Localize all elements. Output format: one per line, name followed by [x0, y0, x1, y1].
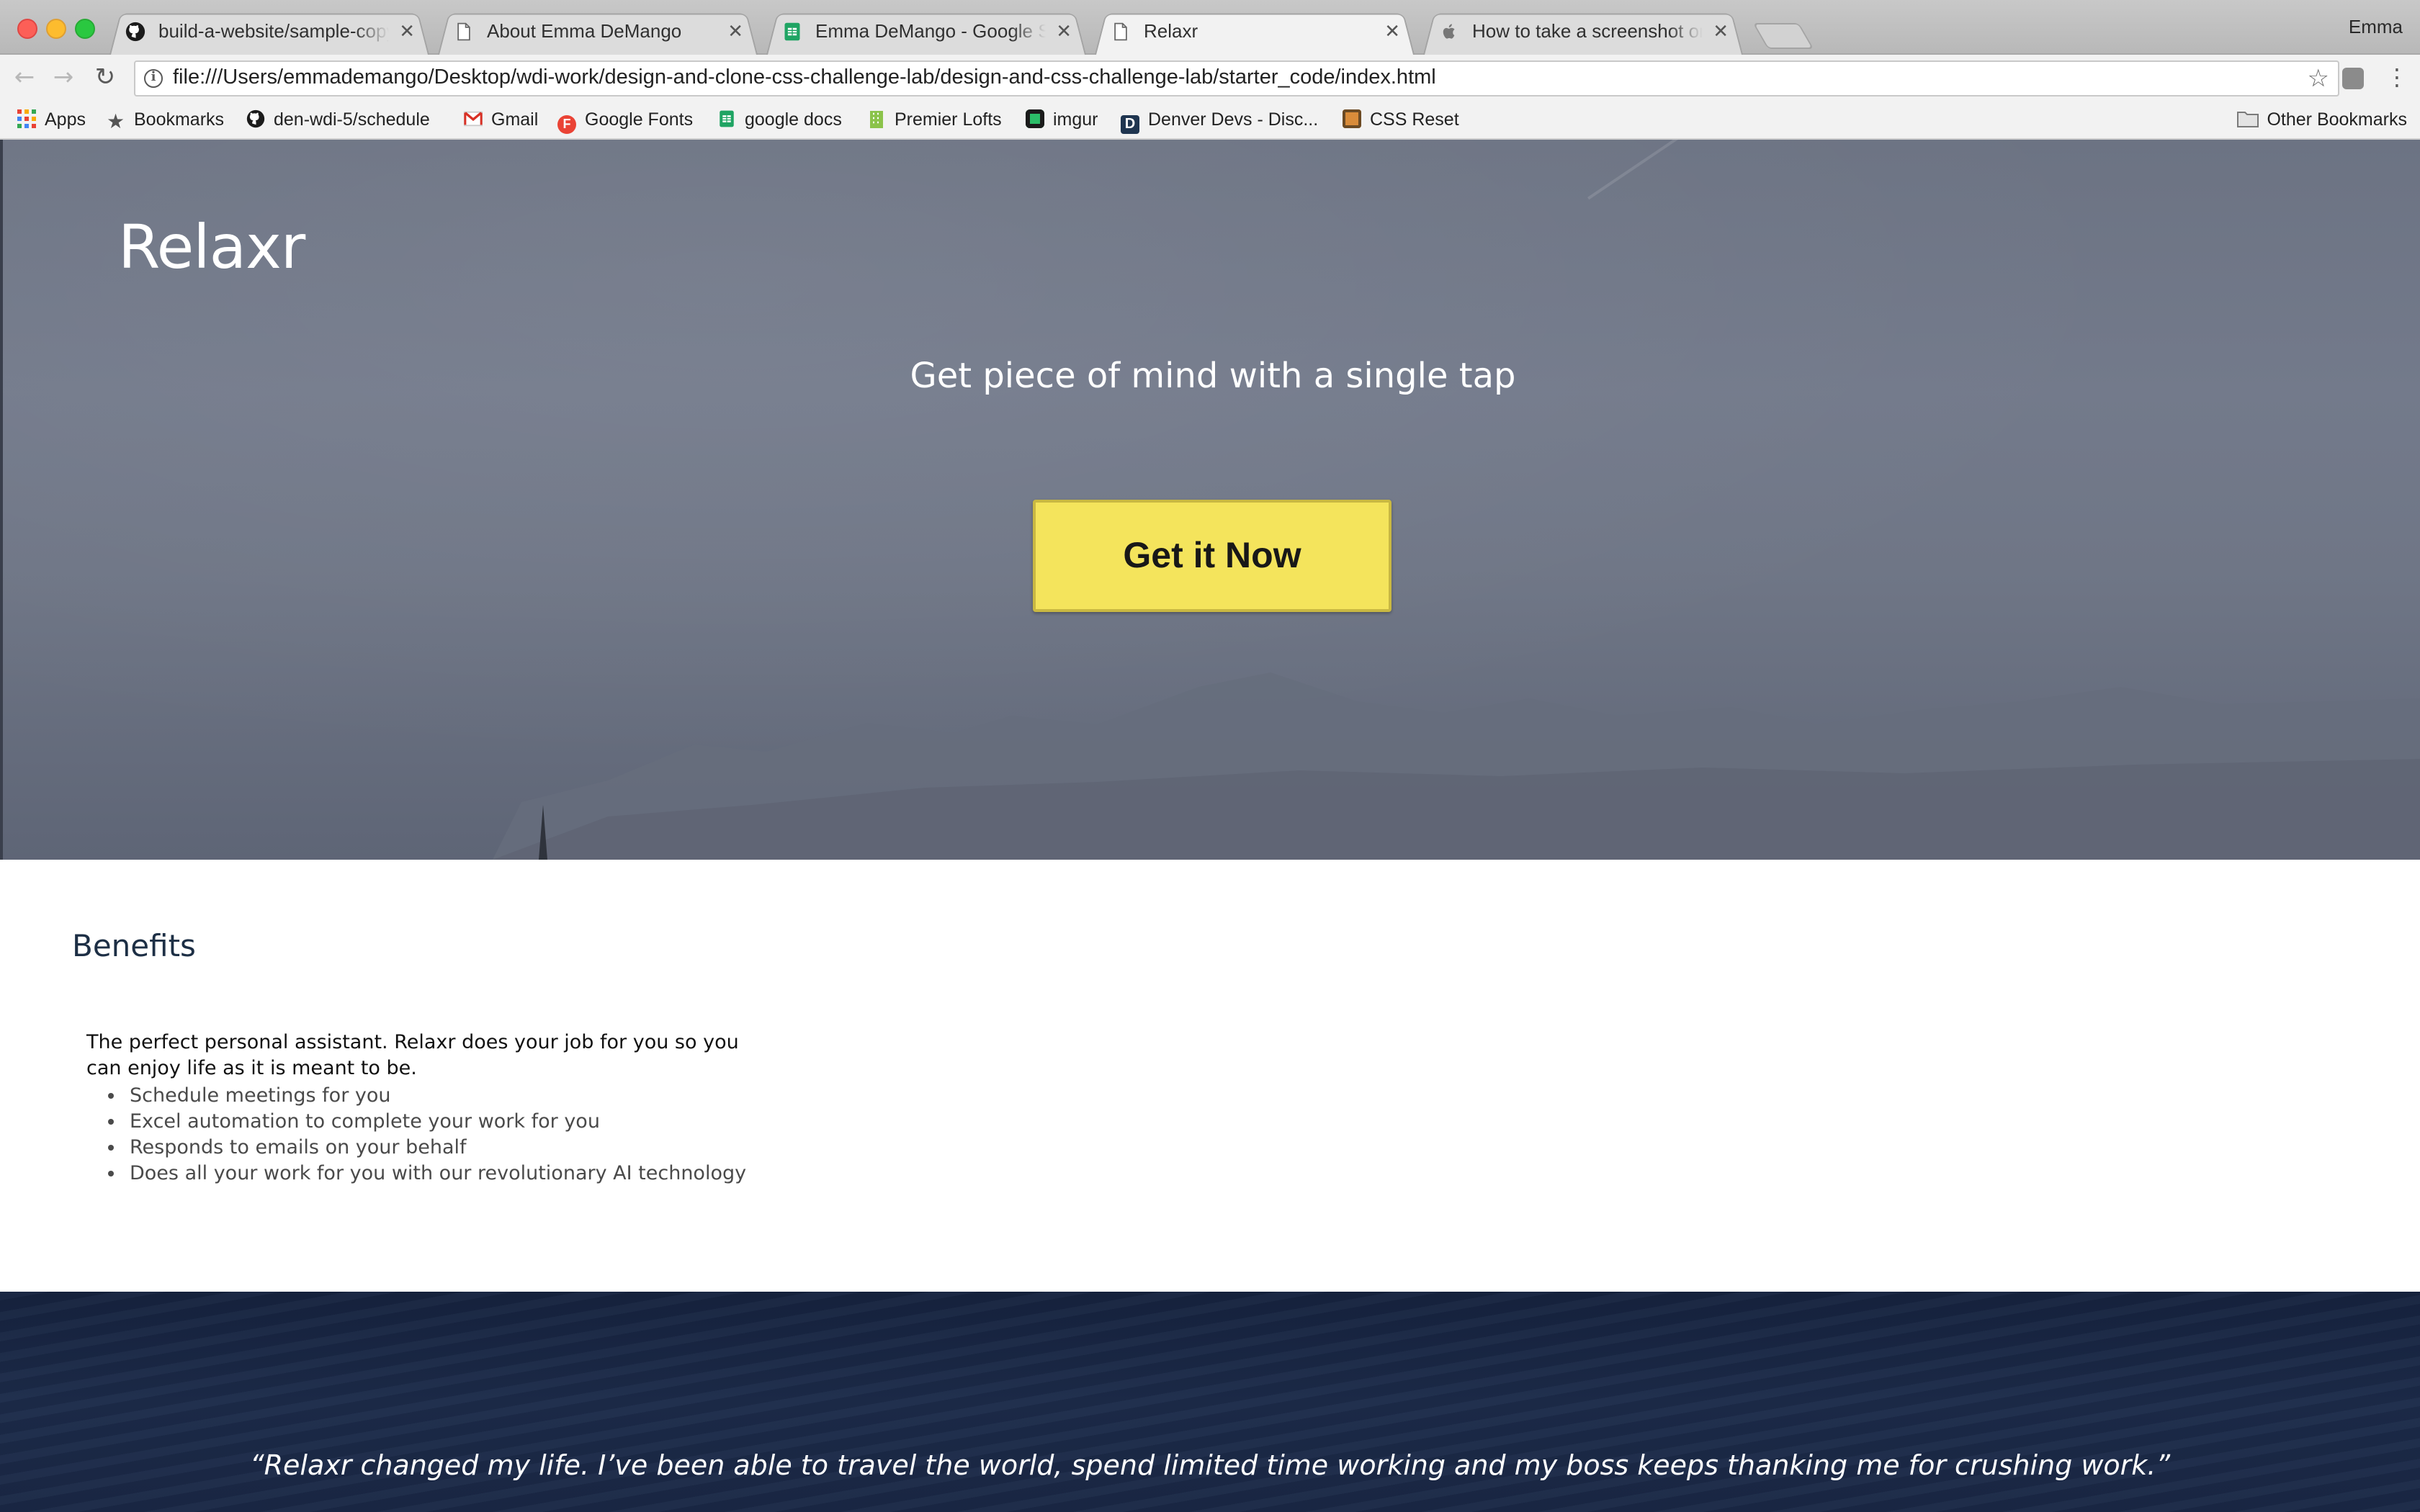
github-icon — [246, 109, 265, 128]
back-arrow-icon[interactable]: ← — [10, 63, 39, 92]
star-icon: ★ — [107, 109, 125, 132]
testimonial-section: “Relaxr changed my life. I’ve been able … — [0, 1292, 2420, 1512]
gmail-icon — [464, 111, 483, 127]
address-bar[interactable]: i file:///Users/emmademango/Desktop/wdi-… — [134, 60, 2339, 96]
bookmark-google-docs[interactable]: google docs — [717, 102, 842, 137]
benefits-list: Schedule meetings for you Excel automati… — [86, 1083, 746, 1187]
bookmark-premier-lofts[interactable]: Premier Lofts — [867, 102, 1002, 137]
page-icon — [1114, 22, 1127, 41]
list-item: Schedule meetings for you — [130, 1083, 746, 1109]
page-icon — [457, 22, 470, 41]
bookmark-label: Gmail — [491, 109, 539, 130]
tab-title: build-a-website/sample-copy.txt — [158, 20, 389, 42]
list-item: Responds to emails on your behalf — [130, 1135, 746, 1161]
github-icon — [125, 22, 145, 42]
folder-icon — [2236, 112, 2259, 127]
css-reset-icon — [1343, 109, 1361, 128]
tab-github-sample-copy[interactable]: build-a-website/sample-copy.txt ✕ — [109, 10, 429, 55]
info-icon[interactable]: i — [144, 69, 163, 88]
list-item: Does all your work for you with our revo… — [130, 1161, 746, 1187]
tab-title: How to take a screenshot on your Mac — [1472, 20, 1703, 42]
imgur-icon — [1026, 109, 1044, 128]
denver-devs-icon: D — [1121, 115, 1139, 134]
web-page: Relaxr Get piece of mind with a single t… — [0, 140, 2420, 1512]
building-icon — [870, 111, 883, 128]
list-item: Excel automation to complete your work f… — [130, 1109, 746, 1135]
bookmark-label: Other Bookmarks — [2267, 109, 2407, 130]
testimonial-quote: “Relaxr changed my life. I’ve been able … — [249, 1450, 2171, 1482]
bookmark-label: google docs — [745, 109, 842, 130]
bookmark-label: Denver Devs - Disc... — [1148, 109, 1319, 130]
bookmark-bookmarks[interactable]: ★ Bookmarks — [107, 102, 224, 137]
bookmark-label: imgur — [1053, 109, 1098, 130]
bookmark-label: Apps — [45, 109, 86, 130]
tab-strip: build-a-website/sample-copy.txt ✕ About … — [0, 0, 2420, 55]
bookmark-imgur[interactable]: imgur — [1026, 102, 1098, 137]
other-bookmarks[interactable]: Other Bookmarks — [2236, 102, 2407, 137]
browser-toolbar: ← → ↻ i file:///Users/emmademango/Deskto… — [0, 55, 2420, 102]
bookmark-star-icon[interactable]: ☆ — [2308, 63, 2330, 95]
bookmarks-bar: Apps ★ Bookmarks den-wdi-5/schedule Gmail… — [0, 102, 2420, 140]
menu-kebab-icon[interactable]: ⋮ — [2385, 63, 2408, 92]
get-it-now-button[interactable]: Get it Now — [1033, 500, 1392, 612]
hero-tagline: Get piece of mind with a single tap — [910, 356, 1516, 396]
bookmark-denver-devs[interactable]: D Denver Devs - Disc... — [1121, 102, 1318, 137]
tab-screenshot-mac[interactable]: How to take a screenshot on your Mac ✕ — [1423, 10, 1743, 55]
new-tab-button[interactable] — [1752, 23, 1814, 49]
bookmark-label: den-wdi-5/schedule — [274, 109, 430, 130]
extension-icon[interactable] — [2342, 68, 2364, 89]
tab-title: Relaxr — [1144, 20, 1198, 42]
close-window-icon[interactable] — [17, 19, 37, 39]
reload-icon[interactable]: ↻ — [91, 63, 120, 92]
bookmark-den-wdi-schedule[interactable]: den-wdi-5/schedule — [246, 102, 430, 137]
browser-window: build-a-website/sample-copy.txt ✕ About … — [0, 0, 2420, 1512]
mountain-backdrop — [493, 672, 2420, 860]
minimize-window-icon[interactable] — [46, 19, 66, 39]
tab-google-sheets[interactable]: Emma DeMango - Google Sheets ✕ — [766, 10, 1086, 55]
brand-logo-text[interactable]: Relaxr — [118, 212, 305, 282]
close-tab-icon[interactable]: ✕ — [399, 10, 415, 53]
contrail-decoration — [1587, 140, 2210, 200]
benefits-heading: Benefits — [72, 929, 196, 963]
tab-title: Emma DeMango - Google Sheets — [815, 20, 1046, 42]
bookmark-google-fonts[interactable]: F Google Fonts — [557, 102, 693, 137]
hero-section: Relaxr Get piece of mind with a single t… — [0, 140, 2420, 860]
bookmark-apps[interactable]: Apps — [17, 102, 86, 137]
tab-relaxr[interactable]: Relaxr ✕ — [1095, 10, 1415, 55]
tab-title: About Emma DeMango — [487, 20, 682, 42]
close-tab-icon[interactable]: ✕ — [1384, 10, 1400, 53]
close-tab-icon[interactable]: ✕ — [1713, 10, 1729, 53]
bookmark-label: Google Fonts — [585, 109, 694, 130]
url-text[interactable]: file:///Users/emmademango/Desktop/wdi-wo… — [173, 62, 1436, 95]
close-tab-icon[interactable]: ✕ — [1056, 10, 1072, 53]
bookmark-css-reset[interactable]: CSS Reset — [1343, 102, 1459, 137]
bookmark-label: Bookmarks — [134, 109, 225, 130]
bookmark-label: Premier Lofts — [895, 109, 1002, 130]
close-tab-icon[interactable]: ✕ — [727, 10, 743, 53]
google-sheets-icon — [720, 110, 734, 127]
google-fonts-icon: F — [557, 115, 576, 134]
apps-grid-icon — [17, 109, 36, 128]
forward-arrow-icon[interactable]: → — [49, 63, 78, 92]
fullscreen-window-icon[interactable] — [75, 19, 95, 39]
bookmark-gmail[interactable]: Gmail — [464, 102, 538, 137]
benefits-section: Benefits The perfect personal assistant.… — [0, 860, 2420, 1292]
profile-name[interactable]: Emma — [2349, 16, 2403, 37]
google-sheets-icon — [784, 22, 800, 41]
tab-about-emma[interactable]: About Emma DeMango ✕ — [438, 10, 758, 55]
apple-icon — [1443, 24, 1455, 39]
benefits-description: The perfect personal assistant. Relaxr d… — [86, 1031, 739, 1080]
bookmark-label: CSS Reset — [1370, 109, 1459, 130]
